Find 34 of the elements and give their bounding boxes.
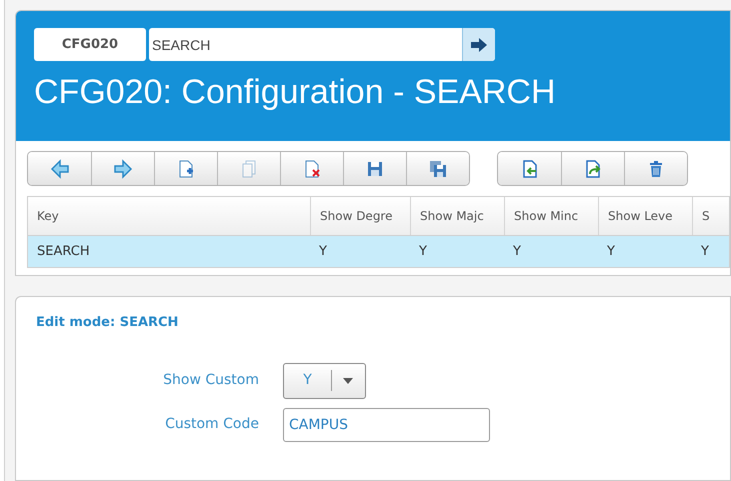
- table-cell-text: Y: [319, 242, 327, 261]
- save-button[interactable]: [343, 152, 406, 185]
- next-button[interactable]: [91, 152, 154, 185]
- table-cell-text: Y: [419, 242, 427, 261]
- go-button[interactable]: [462, 28, 495, 61]
- table-cell-text: Y: [513, 242, 521, 261]
- column-header[interactable]: S: [692, 197, 722, 235]
- column-header[interactable]: Show Leve: [598, 197, 692, 235]
- delete-button[interactable]: [280, 152, 343, 185]
- input-field[interactable]: CAMPUS: [283, 408, 490, 442]
- column-header[interactable]: Key: [28, 197, 310, 235]
- table-cell-text: SEARCH: [37, 242, 90, 261]
- prev-button[interactable]: [28, 152, 91, 185]
- field-label: Show Custom: [162, 371, 259, 390]
- arrow-right-icon: [470, 36, 488, 52]
- save-all-button[interactable]: [406, 152, 469, 185]
- floppy-disks-icon: [428, 158, 448, 178]
- arrow-right-icon: [113, 158, 133, 178]
- screen-code: CFG020: [34, 28, 146, 61]
- column-header[interactable]: Show Minc: [504, 197, 598, 235]
- arrow-left-icon: [50, 158, 70, 178]
- trash-button[interactable]: [624, 152, 687, 185]
- caret-icon: [342, 376, 354, 384]
- column-header[interactable]: Show Majc: [410, 197, 504, 235]
- table-cell-text: Y: [607, 242, 615, 261]
- table-row[interactable]: SEARCH Y Y Y Y Y: [28, 236, 729, 267]
- field-label: Custom Code: [164, 415, 259, 434]
- new-button[interactable]: [154, 152, 217, 185]
- edit-mode-title: Edit mode: SEARCH: [36, 314, 180, 332]
- export-button[interactable]: [561, 152, 624, 185]
- table-cell-text: Y: [701, 242, 709, 261]
- import-button[interactable]: [498, 152, 561, 185]
- column-header[interactable]: Show Degre: [310, 197, 410, 235]
- page-title: CFG020: Configuration - SEARCH: [34, 75, 557, 109]
